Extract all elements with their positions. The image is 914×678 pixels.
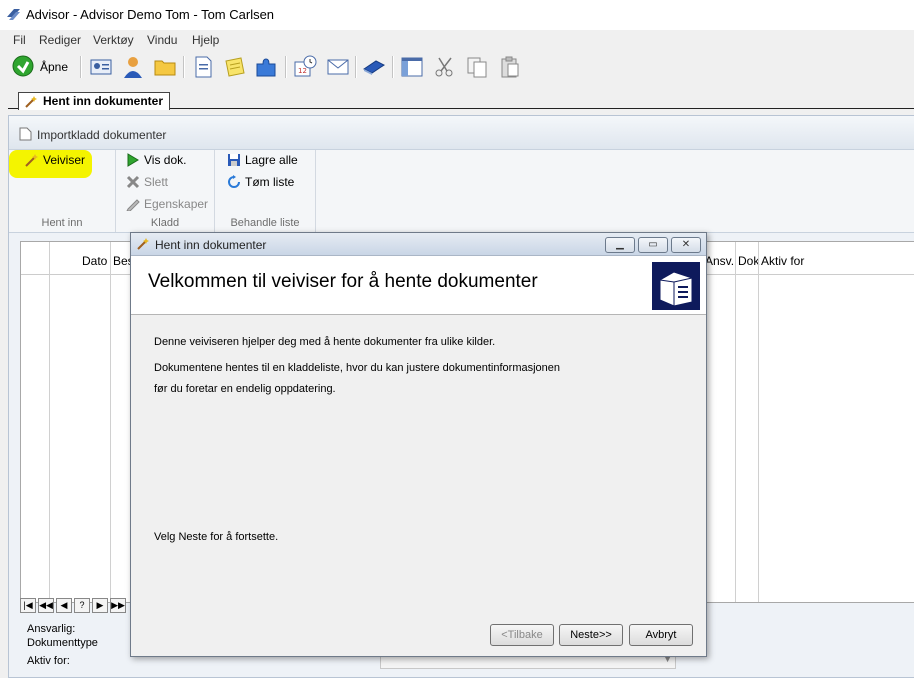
wand-icon	[25, 154, 38, 167]
book-icon[interactable]	[362, 55, 386, 79]
note-icon[interactable]	[223, 55, 247, 79]
tab-strip: Hent inn dokumenter	[0, 88, 914, 112]
panel-title: Importkladd dokumenter	[37, 128, 167, 142]
nav-next-button[interactable]: ▶	[92, 598, 108, 613]
menu-verktoy[interactable]: Verktøy	[93, 33, 134, 47]
minimize-icon: ▁	[616, 239, 624, 250]
tom-liste-button[interactable]: Tøm liste	[227, 175, 294, 189]
dialog-header: Velkommen til veiviser for å hente dokum…	[131, 256, 706, 315]
menu-rediger[interactable]: Rediger	[39, 33, 81, 47]
nav-prev-button[interactable]: ◀	[56, 598, 72, 613]
ribbon-group-label: Kladd	[150, 217, 180, 229]
wizard-document-icon	[652, 262, 700, 310]
panel-header: Importkladd dokumenter	[9, 116, 914, 150]
minimize-button[interactable]: ▁	[605, 237, 635, 253]
menu-fil[interactable]: Fil	[13, 33, 26, 47]
paste-icon[interactable]	[498, 55, 522, 79]
dialog-heading: Velkommen til veiviser for å hente dokum…	[148, 271, 538, 292]
nav-first-button[interactable]: |◀	[20, 598, 36, 613]
tab-label: Hent inn dokumenter	[43, 94, 164, 108]
svg-text:12: 12	[298, 67, 307, 75]
dialog-title: Hent inn dokumenter	[155, 238, 267, 252]
scissors-icon[interactable]	[433, 55, 457, 79]
aktiv-for-label: Aktiv for:	[27, 655, 70, 667]
toolbar: Åpne 12	[0, 51, 914, 84]
envelope-icon[interactable]	[326, 55, 350, 79]
col-dok[interactable]: Dok	[738, 254, 759, 268]
dialog-body-text-2: før du foretar en endelig oppdatering.	[154, 383, 336, 395]
maximize-icon: ▭	[648, 239, 658, 250]
ribbon-group-label: Hent inn	[41, 217, 83, 229]
menu-bar: Fil Rediger Verktøy Vindu Hjelp	[0, 30, 914, 51]
vis-dok-button[interactable]: Vis dok.	[126, 153, 186, 167]
ribbon: Veiviser Hent inn Vis dok. Slett Egenska…	[9, 150, 914, 233]
lagre-alle-button[interactable]: Lagre alle	[227, 153, 298, 167]
puzzle-icon[interactable]	[254, 55, 278, 79]
nav-search-button[interactable]: ?	[74, 598, 90, 613]
document-icon[interactable]	[191, 55, 215, 79]
egenskaper-button[interactable]: Egenskaper	[126, 197, 208, 211]
ribbon-group-kladd: Vis dok. Slett Egenskaper Kladd	[116, 150, 215, 232]
toolbar-separator	[355, 56, 357, 78]
dokumenttype-label: Dokumenttype	[27, 637, 98, 649]
pencil-icon	[126, 199, 140, 211]
save-disk-icon	[228, 154, 240, 166]
col-ansv[interactable]: Ansv.	[705, 254, 734, 268]
close-button[interactable]: ✕	[671, 237, 701, 253]
green-check-arrow-icon	[12, 55, 34, 77]
grid-column-divider	[735, 242, 736, 602]
ribbon-group-hent-inn: Veiviser Hent inn	[9, 150, 116, 232]
veiviser-button[interactable]: Veiviser	[25, 153, 85, 167]
cancel-button[interactable]: Avbryt	[629, 624, 693, 646]
contact-card-icon[interactable]	[89, 55, 113, 79]
nav-prev-page-button[interactable]: ◀◀	[38, 598, 54, 613]
grid-column-divider	[49, 242, 50, 602]
menu-vindu[interactable]: Vindu	[147, 33, 177, 47]
document-icon	[19, 127, 32, 141]
toolbar-separator	[80, 56, 82, 78]
ansvarlig-label: Ansvarlig:	[27, 623, 76, 635]
ribbon-group-label: Behandle liste	[230, 217, 300, 229]
maximize-button[interactable]: ▭	[638, 237, 668, 253]
copy-icon[interactable]	[465, 55, 489, 79]
back-button[interactable]: <Tilbake	[490, 624, 554, 646]
person-icon[interactable]	[121, 55, 145, 79]
tab-hent-inn-dokumenter[interactable]: Hent inn dokumenter	[18, 92, 171, 110]
dialog-instruction-text: Velg Neste for å fortsette.	[154, 531, 279, 543]
advisor-app-icon	[7, 9, 20, 20]
dialog-body-text: Dokumentene hentes til en kladdeliste, h…	[154, 362, 561, 374]
dialog-intro-text: Denne veiviseren hjelper deg med å hente…	[154, 336, 496, 348]
toolbar-separator	[183, 56, 185, 78]
dialog-titlebar: Hent inn dokumenter ▁ ▭ ✕	[131, 233, 706, 256]
folder-icon[interactable]	[153, 55, 177, 79]
grid-column-divider	[110, 242, 111, 602]
wand-icon	[137, 238, 149, 250]
play-icon	[127, 153, 139, 167]
open-label: Åpne	[40, 60, 69, 74]
close-icon: ✕	[681, 239, 691, 250]
wizard-dialog: Hent inn dokumenter ▁ ▭ ✕ Velkommen til …	[130, 232, 707, 657]
refresh-icon	[228, 175, 240, 188]
open-button[interactable]: Åpne	[12, 55, 68, 79]
toolbar-separator	[285, 56, 287, 78]
delete-x-icon	[126, 175, 140, 189]
col-dato[interactable]: Dato	[82, 254, 107, 268]
calendar-clock-icon[interactable]: 12	[293, 55, 317, 79]
slett-button[interactable]: Slett	[126, 175, 168, 189]
wand-icon	[25, 96, 37, 108]
col-aktiv-for[interactable]: Aktiv for	[761, 254, 804, 268]
menu-hjelp[interactable]: Hjelp	[192, 33, 219, 47]
window-titlebar: Advisor - Advisor Demo Tom - Tom Carlsen	[0, 0, 914, 31]
ribbon-group-behandle-liste: Lagre alle Tøm liste Behandle liste	[215, 150, 316, 232]
window-title: Advisor - Advisor Demo Tom - Tom Carlsen	[26, 7, 275, 22]
layout-panel-icon[interactable]	[400, 55, 424, 79]
nav-next-page-button[interactable]: ▶▶	[110, 598, 126, 613]
grid-column-divider	[758, 242, 759, 602]
next-button[interactable]: Neste>>	[559, 624, 623, 646]
toolbar-separator	[392, 56, 394, 78]
